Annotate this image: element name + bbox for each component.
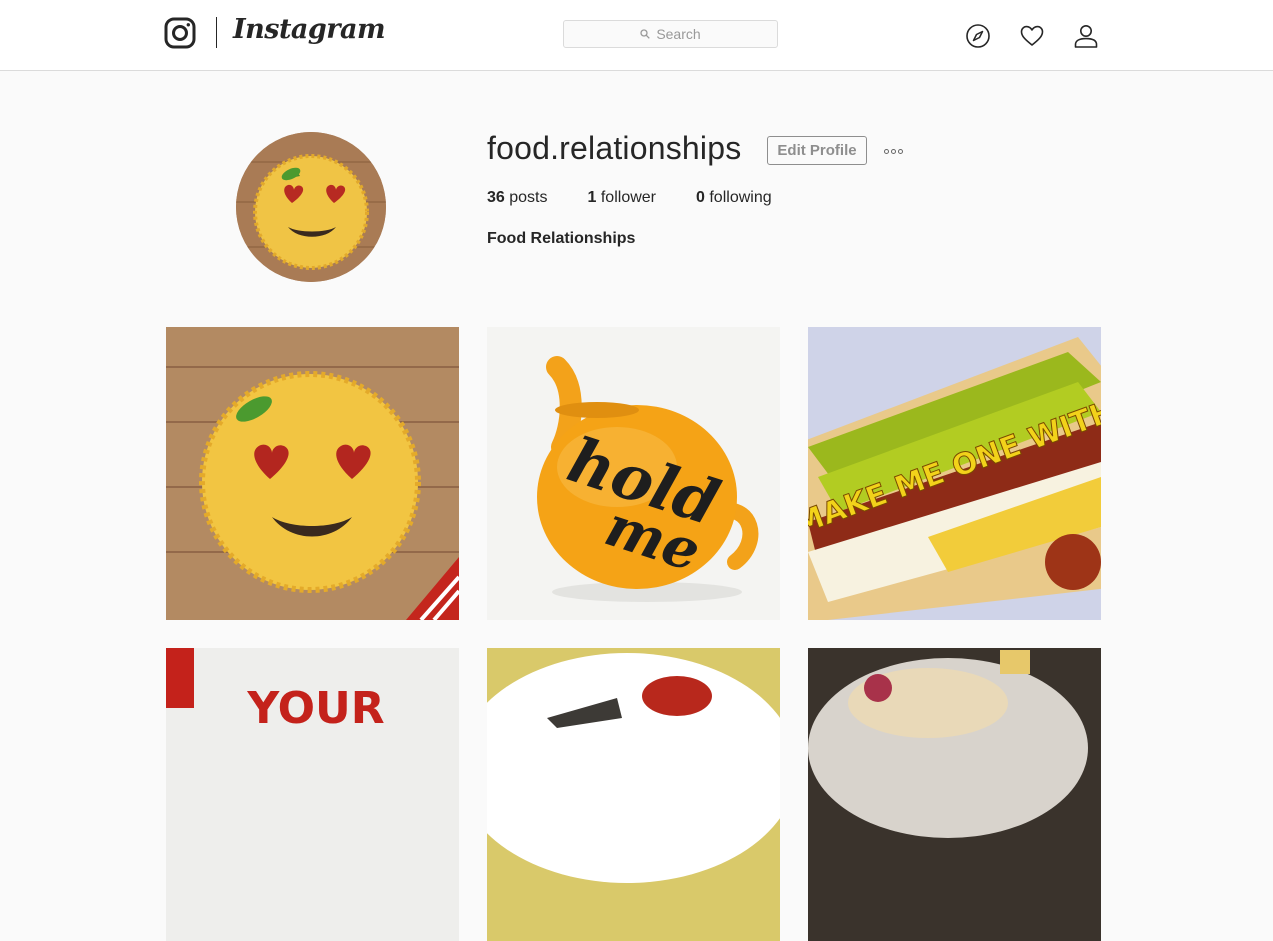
profile-full-name: Food Relationships (487, 230, 636, 247)
following-label: following (709, 189, 772, 206)
post-image: MAKE ME ONE WITH (808, 327, 1101, 620)
post-tile-plate-sauce[interactable] (487, 648, 780, 941)
top-nav: Instagram Search (0, 0, 1273, 71)
post-tile-orange-teapot[interactable]: hold me (487, 327, 780, 620)
person-icon[interactable] (1073, 23, 1099, 49)
post-tile-hot-dog[interactable]: MAKE ME ONE WITH (808, 327, 1101, 620)
posts-count: 36 (487, 189, 505, 206)
post-image (166, 327, 459, 620)
followers-count: 1 (587, 189, 597, 206)
more-dot-icon (898, 148, 903, 154)
following-stat[interactable]: 0 following (696, 189, 772, 207)
instagram-logo-icon[interactable] (164, 17, 196, 49)
posts-label: posts (509, 189, 548, 206)
more-options-button[interactable] (884, 143, 910, 159)
compass-icon[interactable] (965, 23, 991, 49)
profile-avatar[interactable] (236, 132, 386, 282)
profile-username: food.relationships (487, 130, 742, 166)
post-tile-sandwich-plate[interactable] (808, 648, 1101, 941)
search-icon (640, 29, 651, 39)
following-count: 0 (696, 189, 705, 206)
post-tile-ketchup-lettering[interactable]: YOUR (166, 648, 459, 941)
post-image: hold me (487, 327, 780, 620)
posts-stat: 36 posts (487, 189, 548, 207)
logo-divider (216, 17, 217, 48)
post-image (487, 648, 780, 941)
post-image: YOUR (166, 648, 459, 941)
heart-icon[interactable] (1019, 23, 1045, 49)
followers-label: follower (600, 189, 656, 206)
search-input[interactable]: Search (563, 20, 778, 48)
avatar-spaghetti-emoji-image (236, 132, 386, 282)
more-dot-icon (891, 148, 896, 154)
more-dot-icon (884, 148, 889, 154)
edit-profile-button[interactable]: Edit Profile (767, 136, 867, 165)
instagram-wordmark[interactable]: Instagram (233, 14, 386, 45)
search-placeholder: Search (656, 26, 701, 42)
post-tile-spaghetti-emoji[interactable] (166, 327, 459, 620)
followers-stat[interactable]: 1 follower (588, 189, 657, 207)
svg-text:YOUR: YOUR (246, 683, 384, 734)
post-image (808, 648, 1101, 941)
profile-stats: 36 posts 1 follower 0 following (487, 189, 812, 207)
